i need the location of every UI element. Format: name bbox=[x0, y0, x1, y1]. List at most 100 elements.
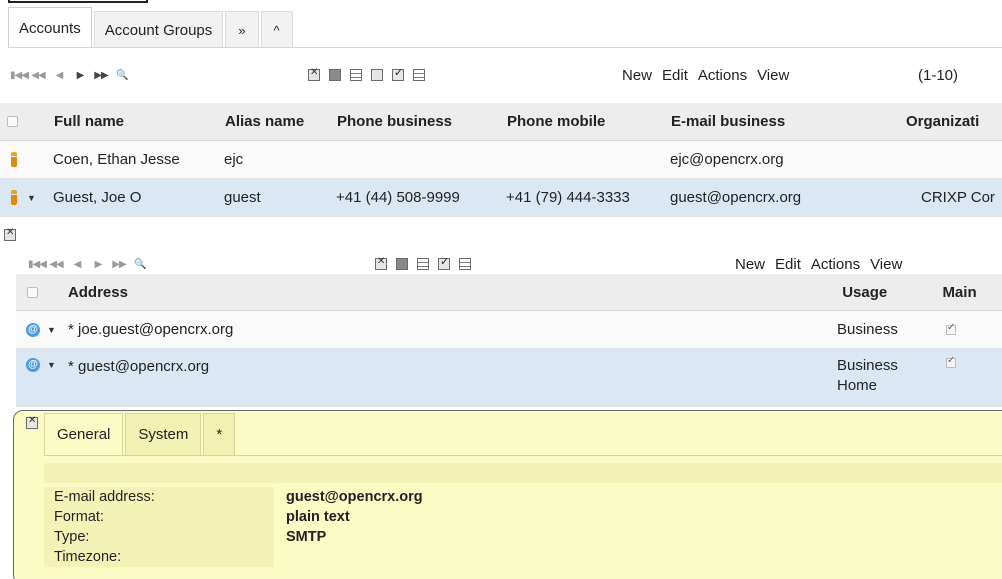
select-all-checkbox[interactable] bbox=[7, 116, 18, 127]
menu-edit[interactable]: Edit bbox=[775, 256, 801, 273]
list-view-icon[interactable] bbox=[413, 69, 425, 81]
tab-star[interactable]: * bbox=[203, 413, 236, 455]
table-row-selected[interactable]: ▼ Guest, Joe O guest +41 (44) 508-9999 +… bbox=[0, 179, 1002, 217]
cell-full-name[interactable]: Guest, Joe O bbox=[53, 189, 224, 206]
cell-phone-business: +41 (44) 508-9999 bbox=[336, 189, 460, 206]
main-checkbox bbox=[946, 355, 956, 368]
search-icon[interactable]: 🔍 bbox=[133, 259, 147, 270]
tab-collapse[interactable]: ^ bbox=[260, 11, 293, 48]
table-row[interactable]: Coen, Ethan Jesse ejc ejc@opencrx.org bbox=[0, 141, 1002, 179]
field-label: Format: bbox=[44, 507, 274, 527]
col-email-business[interactable]: E-mail business bbox=[671, 113, 906, 130]
fast-back-icon[interactable]: ◀◀ bbox=[49, 259, 63, 270]
clipped-header-fragment bbox=[0, 0, 340, 5]
detail-tab-bar: General System * bbox=[44, 413, 237, 455]
tab-general[interactable]: General bbox=[44, 413, 124, 455]
field-label: Timezone: bbox=[44, 547, 274, 567]
col-full-name[interactable]: Full name bbox=[54, 113, 225, 130]
menu-view[interactable]: View bbox=[757, 67, 789, 84]
menu-edit[interactable]: Edit bbox=[662, 67, 688, 84]
pager-controls: ▮◀◀ ◀◀ ◀ ▶ ▶▶ 🔍 bbox=[10, 70, 129, 81]
first-page-icon[interactable]: ▮◀◀ bbox=[28, 259, 47, 270]
first-page-icon[interactable]: ▮◀◀ bbox=[10, 70, 29, 81]
cell-email[interactable]: ejc@opencrx.org bbox=[670, 151, 905, 168]
col-usage[interactable]: Usage bbox=[842, 284, 942, 301]
tab-accounts[interactable]: Accounts bbox=[8, 7, 92, 48]
save-icon[interactable] bbox=[329, 69, 341, 81]
col-address[interactable]: Address bbox=[68, 284, 842, 301]
next-page-icon[interactable]: ▶ bbox=[91, 259, 105, 270]
cell-address[interactable]: * joe.guest@opencrx.org bbox=[68, 321, 837, 338]
field-row-timezone: Timezone: bbox=[44, 547, 1002, 567]
row-menu-caret-icon[interactable]: ▼ bbox=[47, 360, 56, 370]
cell-email[interactable]: guest@opencrx.org bbox=[670, 189, 905, 206]
export-icon[interactable] bbox=[371, 69, 383, 81]
cell-phone-mobile: +41 (79) 444-3333 bbox=[506, 189, 630, 206]
cell-organization[interactable]: CRIXP Cor bbox=[905, 189, 995, 206]
col-phone-mobile[interactable]: Phone mobile bbox=[507, 113, 671, 130]
menu-new[interactable]: New bbox=[622, 67, 652, 84]
col-main[interactable]: Main bbox=[942, 284, 1002, 301]
address-pager-controls: ▮◀◀ ◀◀ ◀ ▶ ▶▶ 🔍 bbox=[28, 259, 147, 270]
detail-fields: E-mail address: guest@opencrx.org Format… bbox=[44, 487, 1002, 567]
col-alias[interactable]: Alias name bbox=[225, 113, 337, 130]
address-header-row: Address Usage Main bbox=[16, 274, 1002, 311]
close-detail-icon[interactable] bbox=[26, 415, 38, 429]
address-view-icons bbox=[375, 255, 471, 270]
clipped-input-fragment bbox=[8, 0, 148, 3]
field-value-email: guest@opencrx.org bbox=[286, 489, 423, 505]
row-menu-caret-icon[interactable]: ▼ bbox=[47, 325, 56, 335]
save-icon[interactable] bbox=[396, 258, 408, 270]
accounts-grid: Full name Alias name Phone business Phon… bbox=[0, 103, 1002, 217]
person-icon bbox=[11, 152, 17, 167]
field-row-email: E-mail address: guest@opencrx.org bbox=[44, 487, 1002, 507]
fast-back-icon[interactable]: ◀◀ bbox=[31, 70, 45, 81]
select-all-checkbox[interactable] bbox=[27, 286, 38, 298]
close-grid-icon[interactable] bbox=[308, 67, 320, 81]
search-icon[interactable]: 🔍 bbox=[115, 70, 129, 81]
field-label: E-mail address: bbox=[44, 487, 274, 507]
accounts-toolbar: ▮◀◀ ◀◀ ◀ ▶ ▶▶ 🔍 New Edit Actions View (1… bbox=[0, 60, 1002, 90]
field-row-type: Type: SMTP bbox=[44, 527, 1002, 547]
detail-tab-divider bbox=[44, 455, 1002, 456]
cell-usage: Business Home bbox=[837, 357, 898, 394]
cell-full-name[interactable]: Coen, Ethan Jesse bbox=[53, 151, 224, 168]
menu-actions[interactable]: Actions bbox=[811, 256, 860, 273]
menu-view[interactable]: View bbox=[870, 256, 902, 273]
prev-page-icon[interactable]: ◀ bbox=[70, 259, 84, 270]
check-all-icon[interactable] bbox=[438, 255, 450, 270]
col-organization[interactable]: Organizati bbox=[906, 113, 996, 130]
accounts-header-row: Full name Alias name Phone business Phon… bbox=[0, 103, 1002, 141]
close-grid-icon[interactable] bbox=[375, 256, 387, 270]
cell-alias: guest bbox=[224, 189, 261, 206]
detail-section-band bbox=[44, 463, 1002, 483]
filter-icon[interactable] bbox=[350, 69, 362, 81]
tab-divider bbox=[8, 47, 1002, 48]
email-at-icon: @ bbox=[26, 358, 40, 372]
row-menu-caret-icon[interactable]: ▼ bbox=[27, 193, 36, 203]
accounts-menu: New Edit Actions View bbox=[622, 67, 789, 84]
menu-new[interactable]: New bbox=[735, 256, 765, 273]
list-item[interactable]: @ ▼ * joe.guest@opencrx.org Business bbox=[16, 311, 1002, 349]
col-phone-business[interactable]: Phone business bbox=[337, 113, 507, 130]
cell-usage: Business bbox=[837, 321, 898, 338]
menu-actions[interactable]: Actions bbox=[698, 67, 747, 84]
email-at-icon: @ bbox=[26, 322, 40, 337]
fast-forward-icon[interactable]: ▶▶ bbox=[112, 259, 126, 270]
list-item-selected[interactable]: @ ▼ * guest@opencrx.org Business Home bbox=[16, 349, 1002, 407]
list-view-icon[interactable] bbox=[459, 258, 471, 270]
fast-forward-icon[interactable]: ▶▶ bbox=[94, 70, 108, 81]
close-subgrid-icon[interactable] bbox=[4, 227, 16, 241]
tab-more[interactable]: » bbox=[225, 11, 259, 48]
next-page-icon[interactable]: ▶ bbox=[73, 70, 87, 81]
cell-address[interactable]: * guest@opencrx.org bbox=[68, 358, 837, 375]
prev-page-icon[interactable]: ◀ bbox=[52, 70, 66, 81]
page-range: (1-10) bbox=[918, 66, 959, 84]
tab-account-groups[interactable]: Account Groups bbox=[93, 11, 224, 48]
field-value-type: SMTP bbox=[286, 529, 327, 545]
filter-icon[interactable] bbox=[417, 258, 429, 270]
main-checkbox bbox=[946, 322, 956, 335]
check-all-icon[interactable] bbox=[392, 66, 404, 81]
top-tab-bar: Accounts Account Groups » ^ bbox=[8, 7, 295, 48]
tab-system[interactable]: System bbox=[125, 413, 202, 455]
